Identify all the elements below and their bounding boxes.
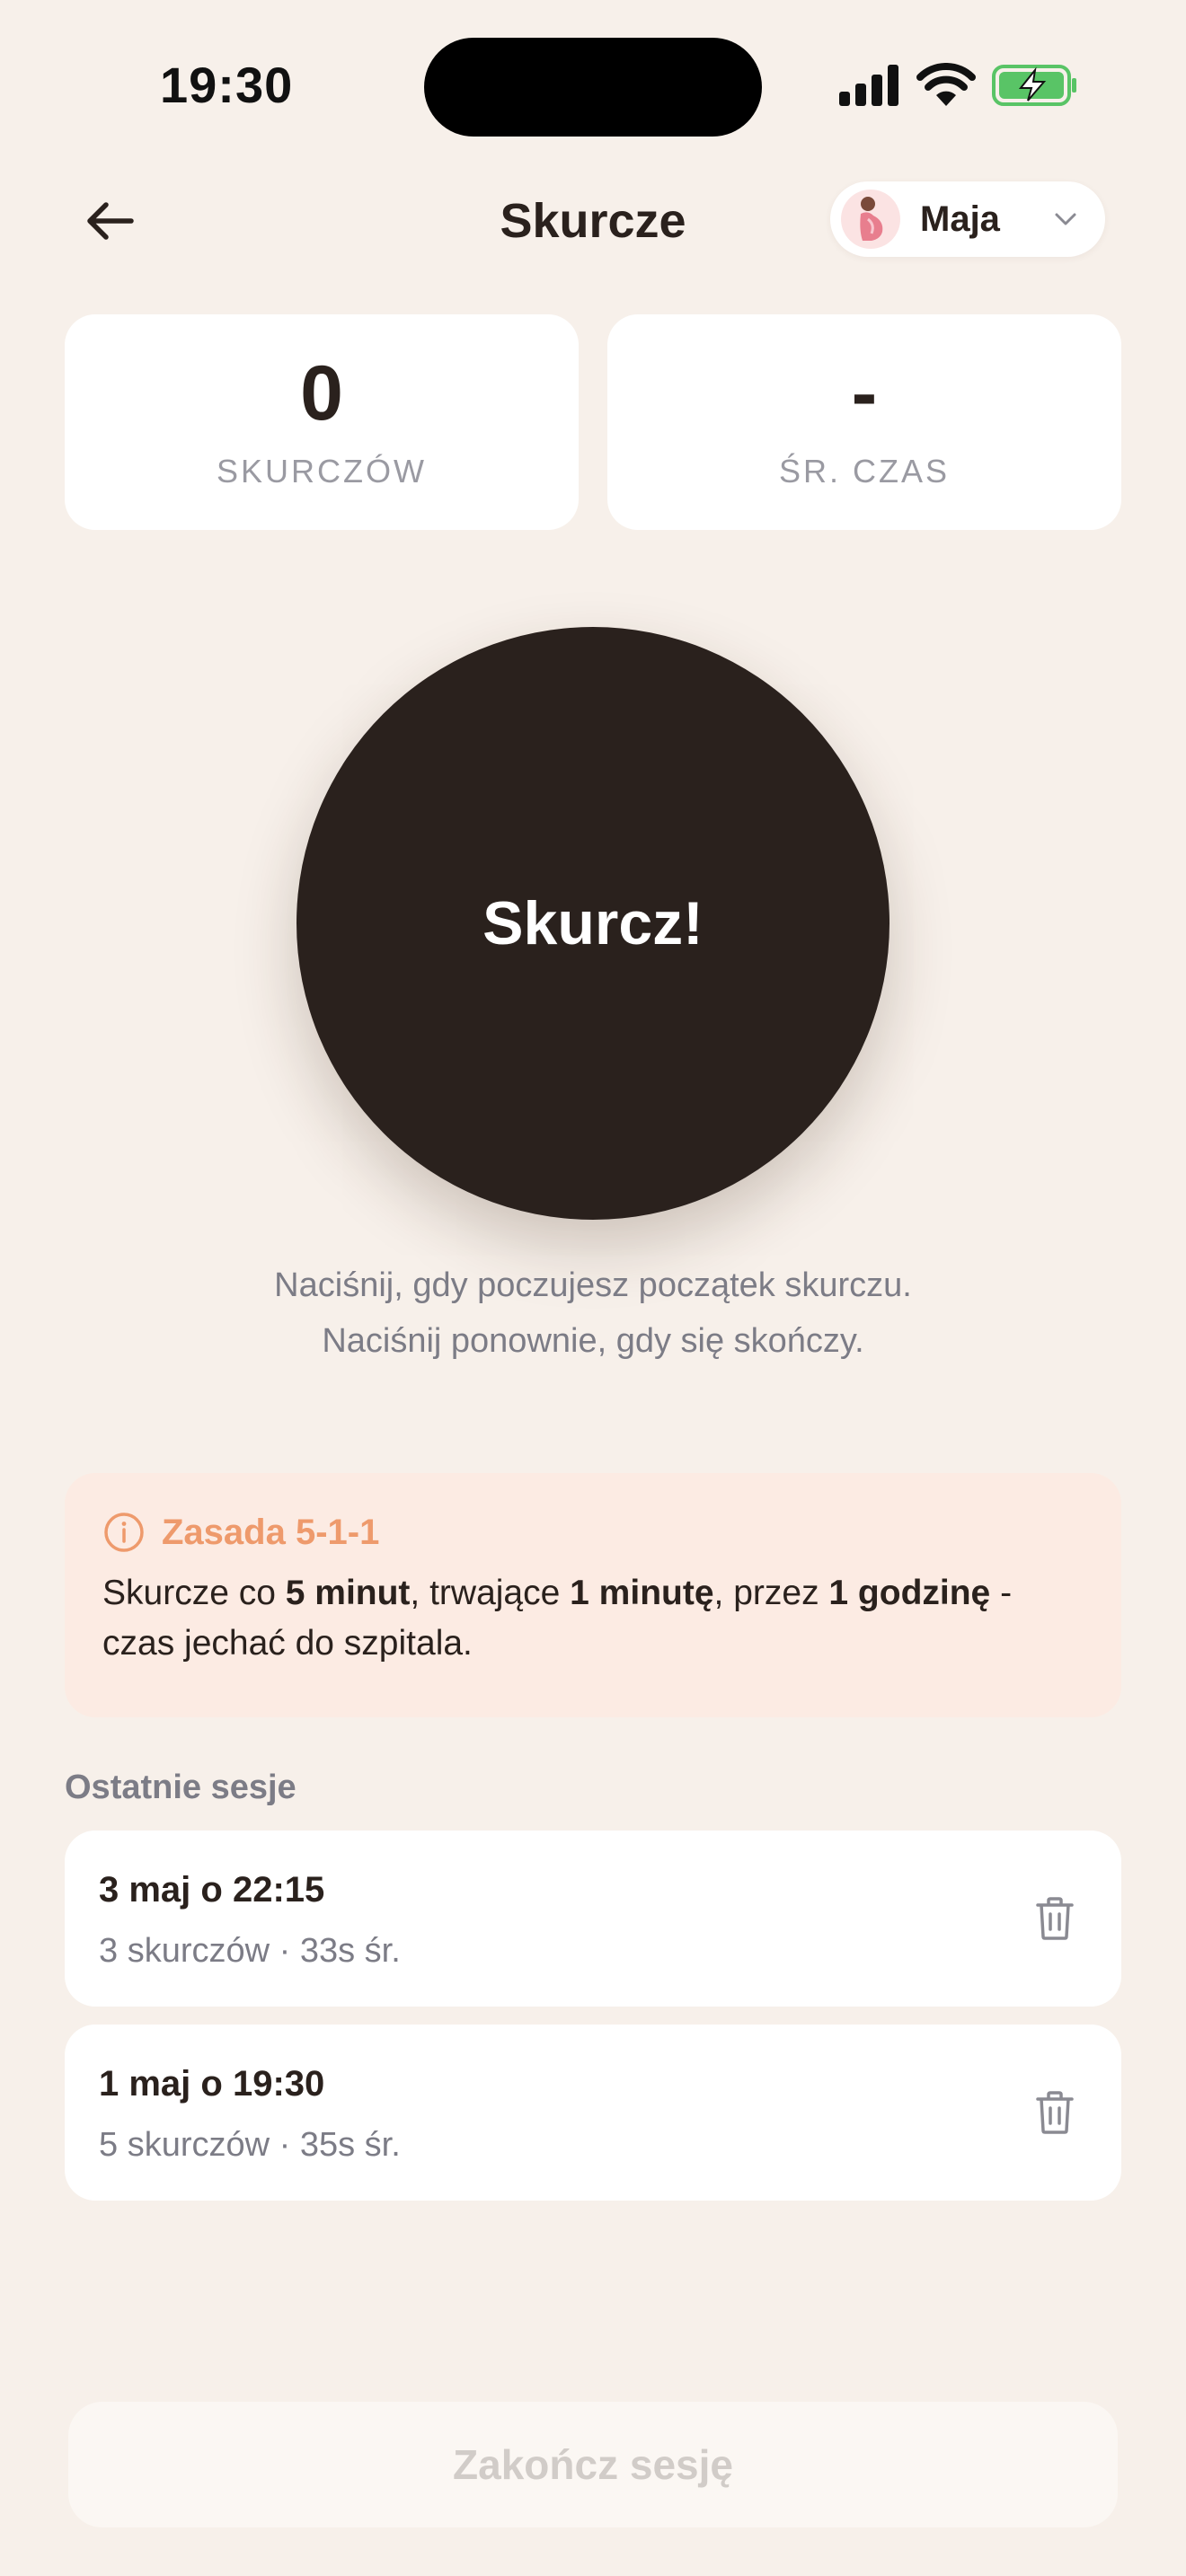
rule-info-box: Zasada 5-1-1 Skurcze co 5 minut, trwając…	[65, 1473, 1121, 1717]
contraction-count-card: 0 SKURCZÓW	[65, 314, 579, 530]
profile-switcher[interactable]: Maja	[830, 181, 1105, 257]
wifi-icon	[916, 63, 976, 106]
contraction-button[interactable]: Skurcz!	[296, 627, 890, 1220]
rule-text-part: Skurcze co	[102, 1574, 286, 1612]
session-item[interactable]: 1 maj o 19:30 5 skurczów · 35s śr.	[65, 2025, 1121, 2201]
back-button[interactable]	[74, 185, 146, 257]
average-duration-value: -	[851, 350, 878, 437]
info-icon	[104, 1513, 144, 1552]
instructions-line-2: Naciśnij ponownie, gdy się skończy.	[322, 1322, 864, 1360]
instructions: Naciśnij, gdy poczujesz początek skurczu…	[144, 1257, 1042, 1369]
rule-highlight-duration: 1 minutę	[570, 1574, 714, 1612]
rule-highlight-period: 1 godzinę	[828, 1574, 991, 1612]
profile-name: Maja	[920, 198, 1000, 239]
pregnant-woman-icon	[860, 197, 883, 241]
rule-title: Zasada 5-1-1	[162, 1513, 380, 1552]
recent-sessions-heading: Ostatnie sesje	[65, 1769, 296, 1806]
trash-icon	[1036, 1897, 1074, 1940]
signal-icon	[839, 65, 898, 106]
session-date: 1 maj o 19:30	[99, 2064, 325, 2104]
rule-text: Skurcze co 5 minut, trwające 1 minutę, p…	[102, 1568, 1091, 1669]
end-session-button[interactable]: Zakończ sesję	[68, 2402, 1118, 2527]
dynamic-island	[424, 38, 762, 137]
chevron-down-icon	[1055, 213, 1076, 225]
delete-session-button[interactable]	[1030, 2087, 1080, 2138]
session-date: 3 maj o 22:15	[99, 1870, 325, 1910]
rule-text-part: , trwające	[410, 1574, 571, 1612]
average-duration-card: - ŚR. CZAS	[607, 314, 1121, 530]
contraction-count-label: SKURCZÓW	[217, 453, 427, 490]
session-summary: 3 skurczów · 33s śr.	[99, 1932, 401, 1970]
session-item[interactable]: 3 maj o 22:15 3 skurczów · 33s śr.	[65, 1831, 1121, 2007]
instructions-line-1: Naciśnij, gdy poczujesz początek skurczu…	[274, 1266, 912, 1304]
battery-icon	[992, 65, 1076, 106]
session-summary: 5 skurczów · 35s śr.	[99, 2126, 401, 2164]
status-bar: 19:30	[0, 0, 1186, 171]
rule-highlight-interval: 5 minut	[285, 1574, 411, 1612]
delete-session-button[interactable]	[1030, 1893, 1080, 1944]
arrow-left-icon	[87, 202, 134, 240]
status-time: 19:30	[160, 57, 294, 113]
rule-text-part: , przez	[713, 1574, 829, 1612]
trash-icon	[1036, 2091, 1074, 2134]
average-duration-label: ŚR. CZAS	[778, 453, 951, 490]
contraction-count-value: 0	[300, 350, 343, 437]
avatar	[841, 190, 900, 249]
page-title: Skurcze	[500, 194, 686, 248]
